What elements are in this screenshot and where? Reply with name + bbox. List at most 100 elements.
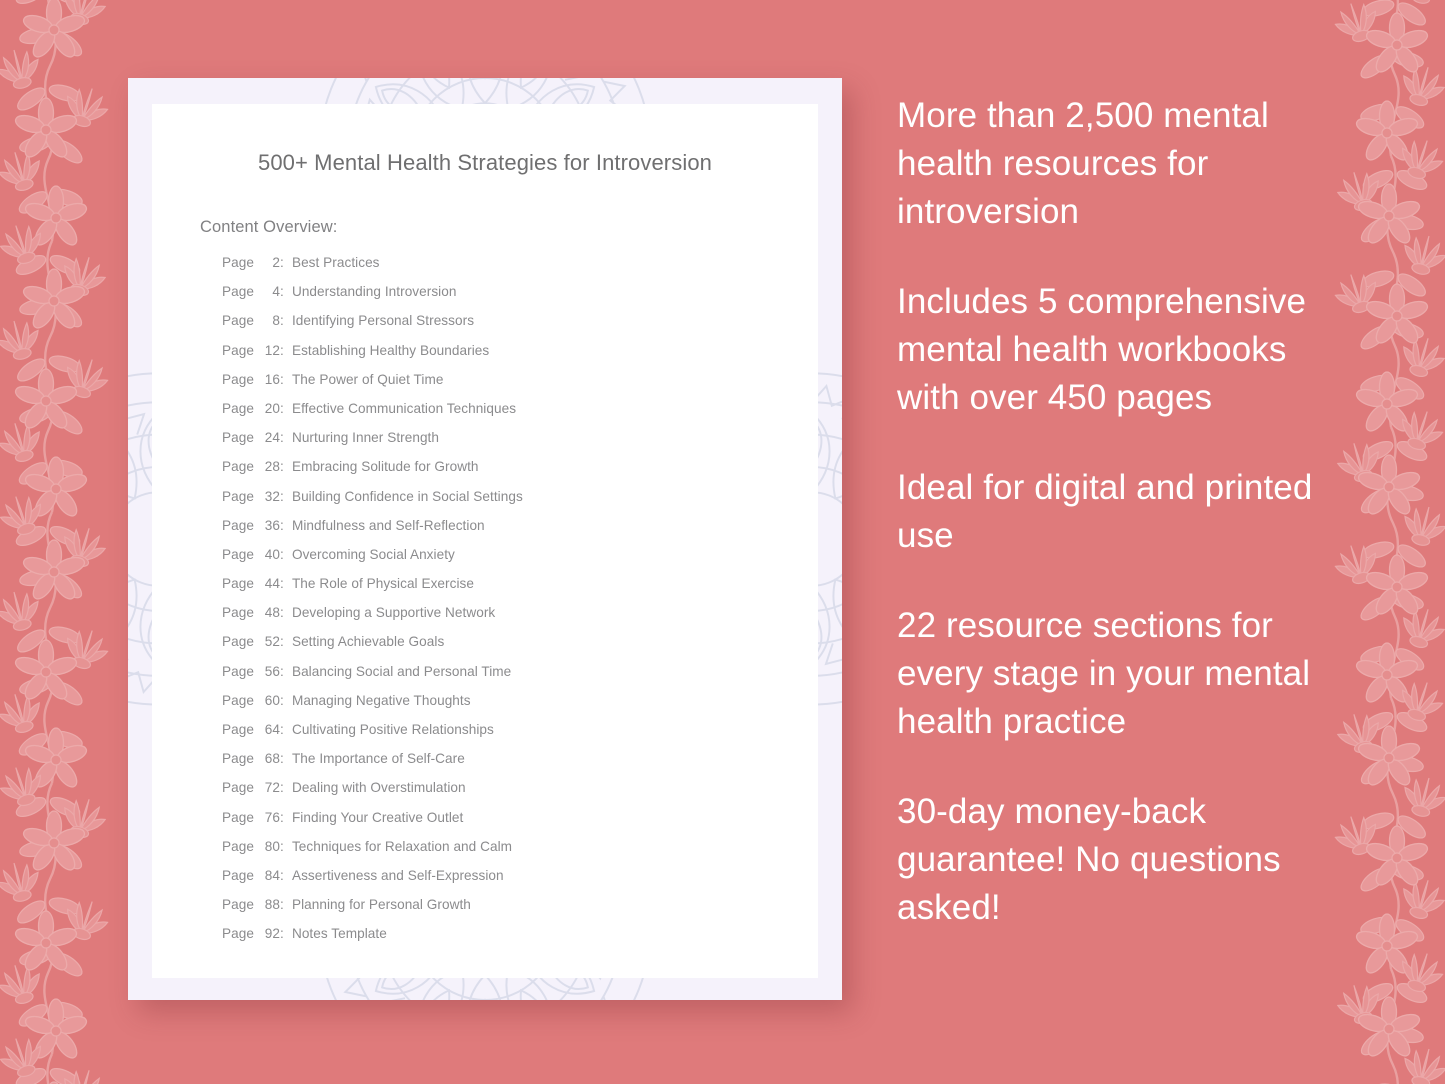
toc-entry-title: Best Practices xyxy=(291,255,380,270)
toc-entry-title: Overcoming Social Anxiety xyxy=(291,546,455,562)
list-item: Page 36: Mindfulness and Self-Reflection xyxy=(222,518,818,547)
toc-colon: : xyxy=(279,809,284,825)
toc-page-number: 48 xyxy=(264,605,280,621)
toc-entry-title: Notes Template xyxy=(291,926,387,942)
toc-page-word: Page xyxy=(222,926,254,942)
toc-entry-title: Managing Negative Thoughts xyxy=(291,692,471,708)
promo-item: Includes 5 comprehensive mental health w… xyxy=(897,282,1307,417)
toc-page-number: 24 xyxy=(264,430,280,446)
list-item: Page 20: Effective Communication Technique… xyxy=(222,401,818,430)
list-item: Page 80: Techniques for Relaxation and Cal… xyxy=(222,839,818,868)
toc-colon: : xyxy=(279,284,284,300)
list-item: Page 72: Dealing with Overstimulation xyxy=(222,780,818,809)
table-of-contents: Page 2: Best Practices Page 4: Understanding … xyxy=(222,255,818,956)
toc-page-number: 2 xyxy=(272,255,280,270)
toc-colon: : xyxy=(279,488,284,504)
toc-colon: : xyxy=(279,459,284,475)
toc-page-number: 64 xyxy=(264,722,280,737)
toc-entry-title: Techniques for Relaxation and Calm xyxy=(291,838,513,854)
toc-page-word: Page xyxy=(222,576,254,592)
toc-page-word: Page xyxy=(222,692,254,708)
toc-page-word: Page xyxy=(222,400,254,416)
toc-colon: : xyxy=(279,255,284,270)
toc-entry-title: Balancing Social and Personal Time xyxy=(291,663,512,679)
toc-colon: : xyxy=(279,546,284,562)
list-item: Page 60: Managing Negative Thoughts xyxy=(222,693,818,722)
list-item: Page 32: Building Confidence in Social Set… xyxy=(222,489,818,518)
list-item: Page 48: Developing a Supportive Network xyxy=(222,605,818,634)
toc-page-word: Page xyxy=(222,897,254,913)
toc-page-number: 80 xyxy=(264,838,280,854)
toc-colon: : xyxy=(279,838,284,854)
toc-page-number: 56 xyxy=(264,663,280,679)
toc-entry-title: The Role of Physical Exercise xyxy=(291,576,474,592)
toc-colon: : xyxy=(279,663,284,679)
toc-entry-title: Dealing with Overstimulation xyxy=(291,780,466,796)
toc-colon: : xyxy=(279,926,284,942)
toc-colon: : xyxy=(279,605,284,621)
toc-page-word: Page xyxy=(222,488,254,504)
toc-page-word: Page xyxy=(222,342,254,358)
toc-page-number: 68 xyxy=(264,751,280,767)
list-item: Page 92: Notes Template xyxy=(222,926,818,955)
toc-entry-title: Assertiveness and Self-Expression xyxy=(291,867,504,883)
content-overview-label: Content Overview: xyxy=(200,218,338,236)
floral-vine-icon xyxy=(0,0,122,1084)
toc-page-word: Page xyxy=(222,313,254,329)
toc-page-number: 36 xyxy=(264,517,280,533)
toc-colon: : xyxy=(279,780,284,796)
toc-entry-title: Effective Communication Techniques xyxy=(291,400,517,416)
toc-colon: : xyxy=(279,722,284,737)
toc-page-word: Page xyxy=(222,634,254,650)
toc-page-number: 28 xyxy=(264,459,280,475)
toc-page-number: 88 xyxy=(264,897,280,913)
list-item: Page 76: Finding Your Creative Outlet xyxy=(222,810,818,839)
toc-page-number: 76 xyxy=(264,809,280,825)
list-item: Page 68: The Importance of Self-Care xyxy=(222,751,818,780)
page-title: 500+ Mental Health Strategies for Introv… xyxy=(257,150,712,175)
toc-page-word: Page xyxy=(222,371,254,387)
toc-entry-title: Finding Your Creative Outlet xyxy=(291,809,464,825)
toc-entry-title: Understanding Introversion xyxy=(291,284,457,300)
toc-page-word: Page xyxy=(222,605,254,621)
document-page: 500+ Mental Health Strategies for Introv… xyxy=(152,104,818,978)
toc-page-number: 12 xyxy=(264,342,280,358)
toc-entry-title: The Power of Quiet Time xyxy=(291,371,444,387)
list-item: Page 88: Planning for Personal Growth xyxy=(222,897,818,926)
toc-page-word: Page xyxy=(222,751,254,767)
toc-page-word: Page xyxy=(222,430,254,446)
toc-page-word: Page xyxy=(222,517,254,533)
toc-page-number: 84 xyxy=(264,867,280,883)
list-item: Page 64: Cultivating Positive Relationship… xyxy=(222,722,818,751)
toc-page-number: 16 xyxy=(264,371,280,387)
list-item: Page 8: Identifying Personal Stressors xyxy=(222,313,818,342)
promo-item: Ideal for digital and printed use xyxy=(897,468,1313,555)
toc-colon: : xyxy=(279,897,284,913)
toc-page-word: Page xyxy=(222,780,254,796)
promo-item: 22 resource sections for every stage in … xyxy=(897,606,1311,741)
toc-page-word: Page xyxy=(222,722,254,737)
toc-page-number: 8 xyxy=(272,313,280,329)
list-item: Page 40: Overcoming Social Anxiety xyxy=(222,547,818,576)
toc-colon: : xyxy=(279,430,284,446)
toc-entry-title: Planning for Personal Growth xyxy=(291,897,471,913)
toc-page-number: 40 xyxy=(264,546,280,562)
list-item: Page 84: Assertiveness and Self-Expression xyxy=(222,868,818,897)
toc-entry-title: Building Confidence in Social Settings xyxy=(291,488,523,504)
list-item: Page 12: Establishing Healthy Boundaries xyxy=(222,343,818,372)
list-item: Page 44: The Role of Physical Exercise xyxy=(222,576,818,605)
toc-page-word: Page xyxy=(222,838,254,854)
toc-page-word: Page xyxy=(222,459,254,475)
toc-colon: : xyxy=(279,751,284,767)
promo-list: More than 2,500 mental health resources … xyxy=(897,92,1349,932)
toc-page-number: 72 xyxy=(264,780,280,796)
toc-page-word: Page xyxy=(222,284,254,300)
toc-page-word: Page xyxy=(222,546,254,562)
toc-entry-title: The Importance of Self-Care xyxy=(291,751,465,767)
list-item: Page 16: The Power of Quiet Time xyxy=(222,372,818,401)
promo-item: More than 2,500 mental health resources … xyxy=(897,96,1269,231)
list-item: Page 2: Best Practices xyxy=(222,255,818,284)
toc-page-word: Page xyxy=(222,663,254,679)
toc-page-word: Page xyxy=(222,255,254,270)
toc-entry-title: Establishing Healthy Boundaries xyxy=(291,342,490,358)
